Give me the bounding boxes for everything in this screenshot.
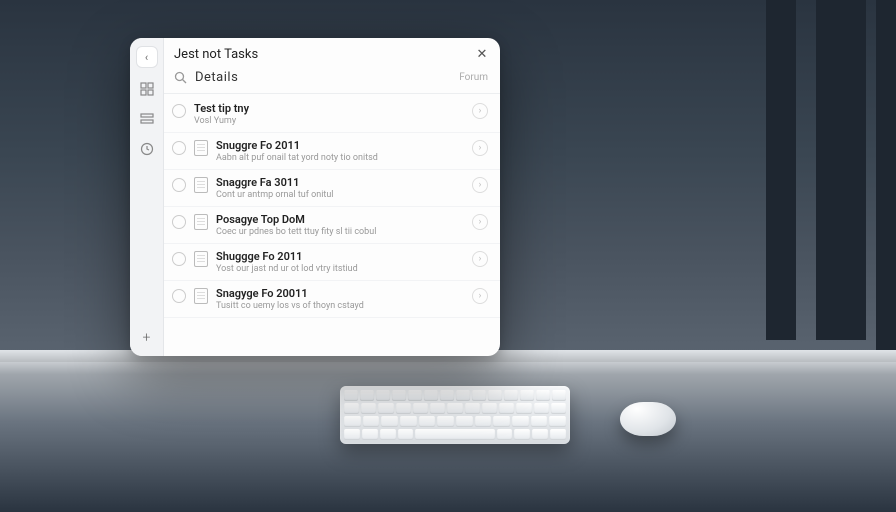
add-button[interactable]: +: [137, 328, 157, 348]
item-subtitle: Aabn alt puf onail tat yord noty tio oni…: [216, 153, 464, 163]
chevron-right-icon[interactable]: ›: [472, 103, 488, 119]
search-bar[interactable]: Details Forum: [164, 66, 500, 94]
document-icon: [194, 140, 208, 156]
item-subtitle: Tusitt co uemy los vs of thoyn cstayd: [216, 301, 464, 311]
sidebar: ‹ +: [130, 38, 164, 356]
task-list[interactable]: Test tip tny Vosl Yumy › Snuggre Fo 2011…: [164, 94, 500, 356]
chevron-right-icon[interactable]: ›: [472, 288, 488, 304]
list-item[interactable]: Shuggge Fo 2011 Yost our jast nd ur ot l…: [164, 244, 500, 281]
item-subtitle: Cont ur antmp ornal tuf onitul: [216, 190, 464, 200]
chevron-right-icon[interactable]: ›: [472, 140, 488, 156]
list-item[interactable]: Test tip tny Vosl Yumy ›: [164, 96, 500, 133]
item-subtitle: Yost our jast nd ur ot lod vtry itstiud: [216, 264, 464, 274]
clock-icon[interactable]: [138, 140, 156, 158]
status-icon[interactable]: [172, 104, 186, 118]
item-title: Snagyge Fo 20011: [216, 287, 464, 300]
chevron-right-icon[interactable]: ›: [472, 251, 488, 267]
list-item[interactable]: Snuggre Fo 2011 Aabn alt puf onail tat y…: [164, 133, 500, 170]
chevron-right-icon[interactable]: ›: [472, 214, 488, 230]
document-icon: [194, 214, 208, 230]
filter-label[interactable]: Forum: [459, 72, 488, 83]
item-title: Test tip tny: [194, 102, 464, 115]
search-text: Details: [195, 70, 451, 85]
list-item[interactable]: Snaggre Fa 3011 Cont ur antmp ornal tuf …: [164, 170, 500, 207]
status-icon[interactable]: [172, 289, 186, 303]
item-title: Shuggge Fo 2011: [216, 250, 464, 263]
status-icon[interactable]: [172, 252, 186, 266]
item-subtitle: Vosl Yumy: [194, 116, 464, 126]
bg-panel: [766, 0, 796, 340]
chevron-right-icon[interactable]: ›: [472, 177, 488, 193]
item-title: Posagye Top DoM: [216, 213, 464, 226]
item-subtitle: Coec ur pdnes bo tett ttuy fity sl tii c…: [216, 227, 464, 237]
keyboard: [340, 386, 570, 444]
status-icon[interactable]: [172, 215, 186, 229]
titlebar: Jest not Tasks ✕: [164, 38, 500, 66]
close-icon[interactable]: ✕: [474, 46, 490, 62]
status-icon[interactable]: [172, 178, 186, 192]
grid-icon[interactable]: [138, 80, 156, 98]
search-icon: [174, 71, 187, 84]
item-title: Snaggre Fa 3011: [216, 176, 464, 189]
document-icon: [194, 288, 208, 304]
list-item[interactable]: Posagye Top DoM Coec ur pdnes bo tett tt…: [164, 207, 500, 244]
stack-icon[interactable]: [138, 110, 156, 128]
list-item[interactable]: Snagyge Fo 20011 Tusitt co uemy los vs o…: [164, 281, 500, 318]
item-title: Snuggre Fo 2011: [216, 139, 464, 152]
document-icon: [194, 177, 208, 193]
status-icon[interactable]: [172, 141, 186, 155]
back-button[interactable]: ‹: [136, 46, 158, 68]
mouse: [620, 402, 676, 436]
window-title: Jest not Tasks: [174, 47, 466, 62]
main-panel: Jest not Tasks ✕ Details Forum Test tip …: [164, 38, 500, 356]
task-window: ‹ + Jest not Tasks ✕ Details Forum: [130, 38, 500, 356]
bg-panel: [816, 0, 866, 340]
document-icon: [194, 251, 208, 267]
